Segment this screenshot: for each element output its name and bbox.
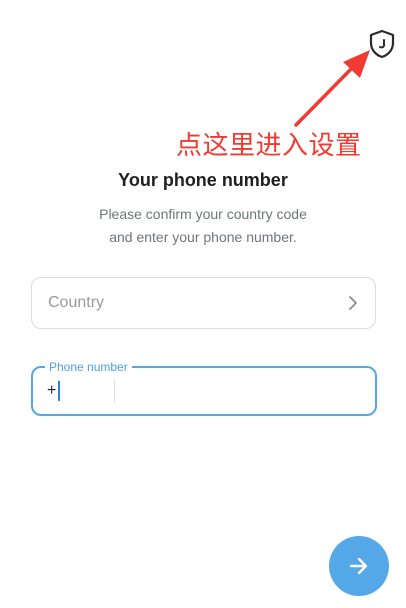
shield-icon bbox=[369, 29, 395, 59]
subtitle-line-2: and enter your phone number. bbox=[109, 229, 297, 245]
page-subtitle: Please confirm your country code and ent… bbox=[0, 203, 406, 249]
country-selector[interactable]: Country bbox=[31, 277, 376, 329]
subtitle-line-1: Please confirm your country code bbox=[99, 206, 307, 222]
country-placeholder: Country bbox=[48, 294, 105, 311]
arrow-right-icon bbox=[349, 557, 368, 575]
phone-number-field[interactable]: Phone number + bbox=[31, 360, 377, 416]
country-code-prefix: + bbox=[47, 382, 57, 399]
text-caret bbox=[58, 381, 61, 401]
phone-divider bbox=[114, 379, 115, 403]
phone-number-input[interactable] bbox=[125, 376, 369, 408]
phone-number-legend: Phone number bbox=[45, 360, 132, 374]
page-title: Your phone number bbox=[118, 170, 288, 190]
annotation-text: 点这里进入设置 bbox=[176, 131, 362, 161]
next-button[interactable] bbox=[329, 536, 389, 596]
shield-settings-button[interactable] bbox=[364, 26, 400, 62]
chevron-right-icon bbox=[349, 296, 357, 310]
country-code-input[interactable]: + bbox=[47, 381, 61, 401]
